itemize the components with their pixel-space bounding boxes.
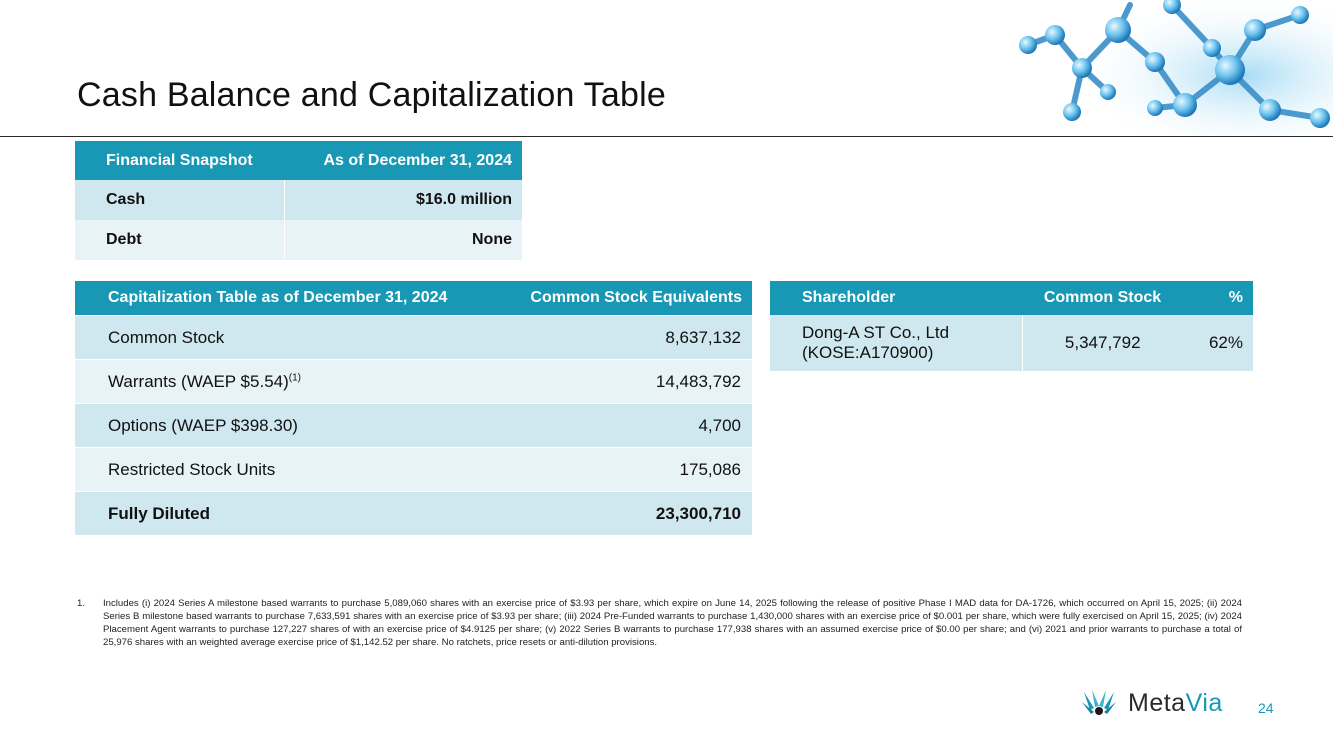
cap-header-row: Capitalization Table as of December 31, … xyxy=(75,281,752,316)
metavia-logo: MetaVia xyxy=(1080,688,1223,718)
cap-row-value: 175,086 xyxy=(496,447,752,492)
snapshot-row-debt: Debt None xyxy=(75,220,522,260)
page-title: Cash Balance and Capitalization Table xyxy=(77,76,666,114)
cap-row-value: 8,637,132 xyxy=(496,315,752,360)
footnote: 1. Includes (i) 2024 Series A milestone … xyxy=(77,597,1242,649)
shareholder-header-row: Shareholder Common Stock % xyxy=(770,281,1253,315)
title-divider xyxy=(0,136,1333,137)
table-row: Options (WAEP $398.30) 4,700 xyxy=(75,403,752,448)
snapshot-debt-value: None xyxy=(284,220,522,260)
cap-row-label: Common Stock xyxy=(75,315,497,360)
metavia-logo-text: MetaVia xyxy=(1128,689,1223,718)
logo-via: Via xyxy=(1185,688,1223,717)
shareholder-common-stock: 5,347,792 xyxy=(1021,315,1183,371)
table-row: Restricted Stock Units 175,086 xyxy=(75,447,752,492)
cap-total-value: 23,300,710 xyxy=(496,491,752,535)
shareholder-header-stock: Common Stock xyxy=(1022,281,1183,315)
cap-row-label: Warrants (WAEP $5.54) xyxy=(108,371,289,391)
metavia-logo-icon xyxy=(1082,690,1116,715)
table-row-total: Fully Diluted 23,300,710 xyxy=(75,491,752,535)
snapshot-row-cash: Cash $16.0 million xyxy=(75,180,522,220)
cap-row-label: Options (WAEP $398.30) xyxy=(75,403,497,448)
footnote-marker: (1) xyxy=(288,371,301,383)
shareholder-name-line2: (KOSE:A170900) xyxy=(802,343,934,362)
snapshot-header-date: As of December 31, 2024 xyxy=(284,141,522,180)
shareholder-percent: 62% xyxy=(1183,315,1253,371)
snapshot-header-label: Financial Snapshot xyxy=(75,141,285,180)
shareholder-header-name: Shareholder xyxy=(770,281,1022,315)
footnote-text: Includes (i) 2024 Series A milestone bas… xyxy=(103,598,1242,648)
cap-row-label: Restricted Stock Units xyxy=(75,447,497,492)
cap-header-equivalents: Common Stock Equivalents xyxy=(496,281,752,316)
financial-snapshot-table: Financial Snapshot As of December 31, 20… xyxy=(75,141,522,260)
shareholder-table: Shareholder Common Stock % Dong-A ST Co.… xyxy=(770,281,1253,371)
shareholder-header-percent: % xyxy=(1183,281,1253,315)
shareholder-name: Dong-A ST Co., Ltd (KOSE:A170900) xyxy=(770,315,1022,371)
snapshot-cash-value: $16.0 million xyxy=(284,180,522,220)
table-row: Warrants (WAEP $5.54)(1) 14,483,792 xyxy=(75,359,752,404)
cap-row-value: 4,700 xyxy=(496,403,752,448)
cap-total-label: Fully Diluted xyxy=(75,491,497,535)
cap-row-value: 14,483,792 xyxy=(496,359,752,404)
cap-row-label-cell: Warrants (WAEP $5.54)(1) xyxy=(75,359,497,404)
table-row: Common Stock 8,637,132 xyxy=(75,315,752,360)
page-number: 24 xyxy=(1258,700,1274,716)
logo-meta: Meta xyxy=(1128,688,1186,717)
shareholder-name-line1: Dong-A ST Co., Ltd xyxy=(802,323,950,342)
table-row: Dong-A ST Co., Ltd (KOSE:A170900) 5,347,7… xyxy=(770,315,1253,371)
footnote-number: 1. xyxy=(77,598,86,609)
snapshot-debt-label: Debt xyxy=(75,220,285,260)
capitalization-table: Capitalization Table as of December 31, … xyxy=(75,281,752,535)
cap-header-label: Capitalization Table as of December 31, … xyxy=(75,281,497,316)
molecule-illustration xyxy=(1019,0,1333,137)
snapshot-cash-label: Cash xyxy=(75,180,285,220)
snapshot-header-row: Financial Snapshot As of December 31, 20… xyxy=(75,141,522,180)
